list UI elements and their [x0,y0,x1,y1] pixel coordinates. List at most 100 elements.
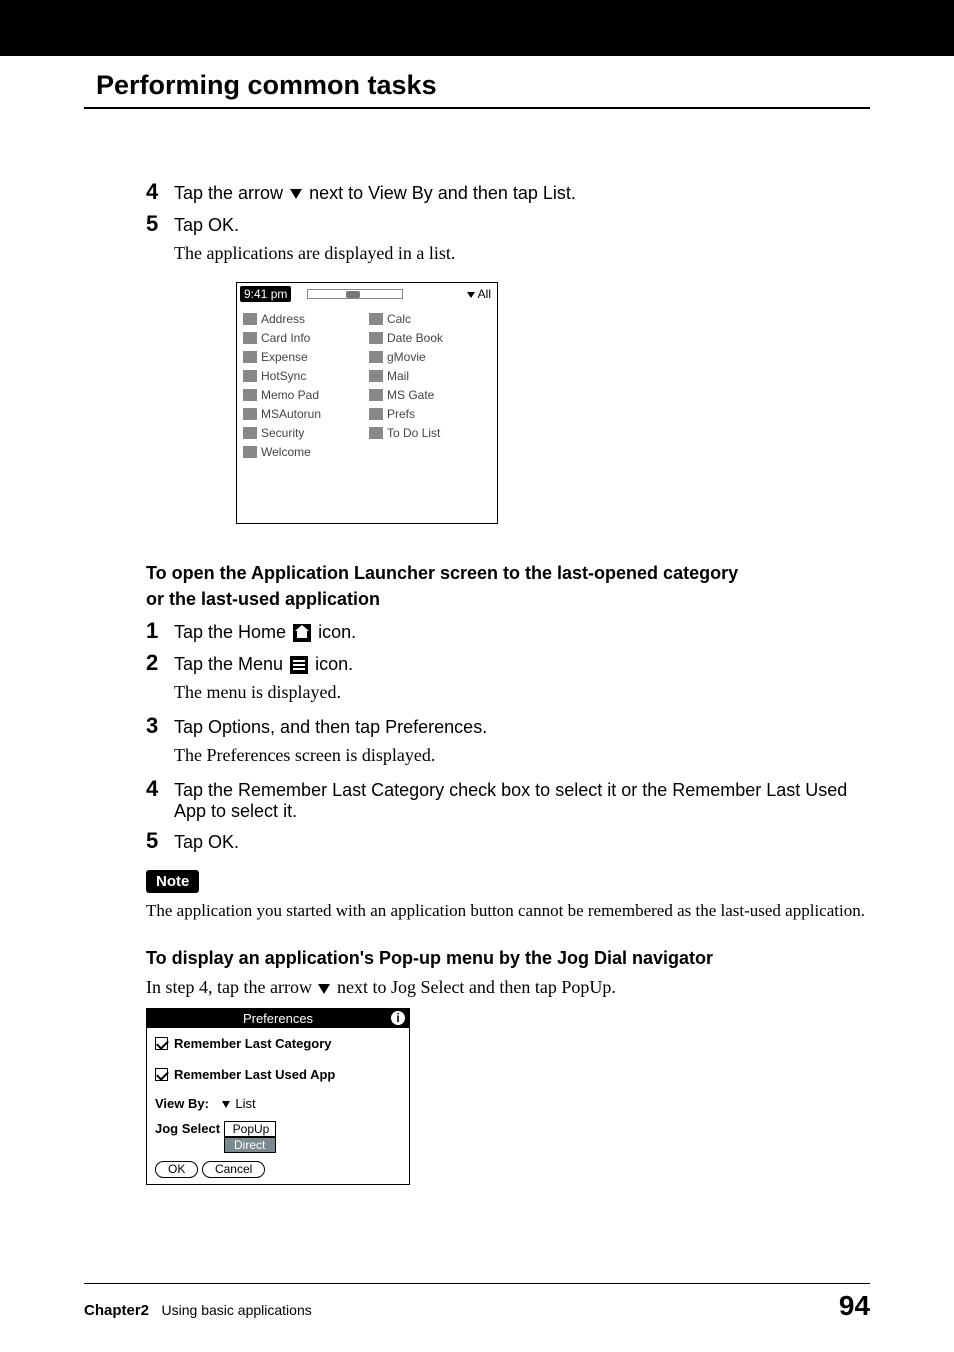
app-item: Mail [369,366,489,385]
inner-step-num-4: 4 [146,776,166,802]
app-icon [369,351,383,363]
app-icon [243,313,257,325]
inner-step2-text: Tap the Menu icon. [174,654,353,675]
s2-pre: Tap the Menu [174,654,288,674]
app-label: Mail [387,369,409,383]
prefs-row-remember-app: Remember Last Used App [147,1059,409,1090]
app-icon [243,389,257,401]
app-icon [369,370,383,382]
arrow-down-icon [318,984,330,994]
launcher-slider [307,289,403,299]
app-icon [369,332,383,344]
app-icon [369,389,383,401]
inner-step-num-1: 1 [146,618,166,644]
step4-text: Tap the arrow next to View By and then t… [174,183,576,204]
app-label: Date Book [387,331,443,345]
menu-icon [290,656,308,674]
step-number-5: 5 [146,211,166,237]
app-icon [243,408,257,420]
app-label: gMovie [387,350,426,364]
app-icon [243,351,257,363]
section-title: Performing common tasks [84,70,870,109]
app-label: Expense [261,350,308,364]
inner-step4-text: Tap the Remember Last Category check box… [174,780,870,822]
ok-button: OK [155,1161,198,1178]
sub-heading-line2: or the last-used application [146,586,870,612]
launcher-screenshot: 9:41 pm All Address Card Info Expense Ho… [236,282,498,524]
app-item: Welcome [243,442,363,461]
note-label: Note [146,870,199,893]
inner-step-num-3: 3 [146,713,166,739]
s3-sub: The Preferences screen is displayed. [174,745,870,766]
app-item: Card Info [243,328,363,347]
app-icon [243,370,257,382]
step5-text: Tap OK. [174,215,239,236]
prefs-viewby-label: View By: [155,1096,209,1111]
home-icon [293,624,311,642]
app-item: MS Gate [369,385,489,404]
inner-step3-text: Tap Options, and then tap Preferences. [174,717,487,738]
launcher-category: All [467,287,491,301]
prefs-chk2-label: Remember Last Used App [174,1067,335,1082]
inner-step5-text: Tap OK. [174,832,239,853]
checkbox-icon [155,1068,168,1081]
app-icon [369,427,383,439]
app-item: MSAutorun [243,404,363,423]
footer-left: Chapter2 Using basic applications [84,1302,312,1319]
app-item: Memo Pad [243,385,363,404]
app-item: To Do List [369,423,489,442]
step4-pre: Tap the arrow [174,183,288,203]
footer: Chapter2 Using basic applications 94 [84,1283,870,1322]
sub2-body-post: next to Jog Select and then tap PopUp. [332,977,615,997]
app-icon [243,446,257,458]
s2-sub: The menu is displayed. [174,682,870,703]
app-label: Welcome [261,445,311,459]
sub-heading-last-category: To open the Application Launcher screen … [146,560,870,612]
preferences-screenshot: Preferences i Remember Last Category Rem… [146,1008,410,1185]
chapter-text: Using basic applications [162,1302,312,1318]
app-item: Calc [369,309,489,328]
prefs-buttons: OK Cancel [147,1155,409,1184]
app-label: Calc [387,312,411,326]
app-item: Security [243,423,363,442]
app-icon [243,427,257,439]
inner-step1-text: Tap the Home icon. [174,622,356,643]
prefs-chk1-label: Remember Last Category [174,1036,332,1051]
app-icon [369,313,383,325]
s1-post: icon. [313,622,356,642]
dropdown-arrow-icon [222,1101,230,1108]
jog-option-direct: Direct [224,1137,276,1153]
sub-heading-jogdial: To display an application's Pop-up menu … [146,945,870,971]
app-label: MS Gate [387,388,434,402]
inner-step-num-5: 5 [146,828,166,854]
sub-heading-line1: To open the Application Launcher screen … [146,560,870,586]
note-body: The application you started with an appl… [146,899,870,923]
app-label: To Do List [387,426,440,440]
app-icon [369,408,383,420]
prefs-viewby-value: List [235,1096,255,1111]
app-item: Expense [243,347,363,366]
info-icon: i [391,1011,405,1025]
app-label: Memo Pad [261,388,319,402]
step-number-4: 4 [146,179,166,205]
prefs-row-remember-category: Remember Last Category [147,1028,409,1059]
app-icon [243,332,257,344]
prefs-jogselect-label: Jog Select [155,1121,220,1136]
app-label: Address [261,312,305,326]
app-label: Security [261,426,304,440]
prefs-title-text: Preferences [243,1011,313,1026]
app-item: Address [243,309,363,328]
launcher-time: 9:41 pm [240,286,291,302]
sub2-body-pre: In step 4, tap the arrow [146,977,316,997]
inner-step-num-2: 2 [146,650,166,676]
checkbox-icon [155,1037,168,1050]
step5-sub: The applications are displayed in a list… [174,243,870,264]
jog-option-popup: PopUp [224,1121,276,1137]
step4-post: next to View By and then tap List. [304,183,576,203]
prefs-jogselect-row: Jog Select PopUp Direct [147,1117,409,1155]
app-item: gMovie [369,347,489,366]
chapter-label: Chapter2 [84,1302,149,1319]
arrow-down-icon [290,189,302,199]
app-label: MSAutorun [261,407,321,421]
page-number: 94 [839,1290,870,1322]
